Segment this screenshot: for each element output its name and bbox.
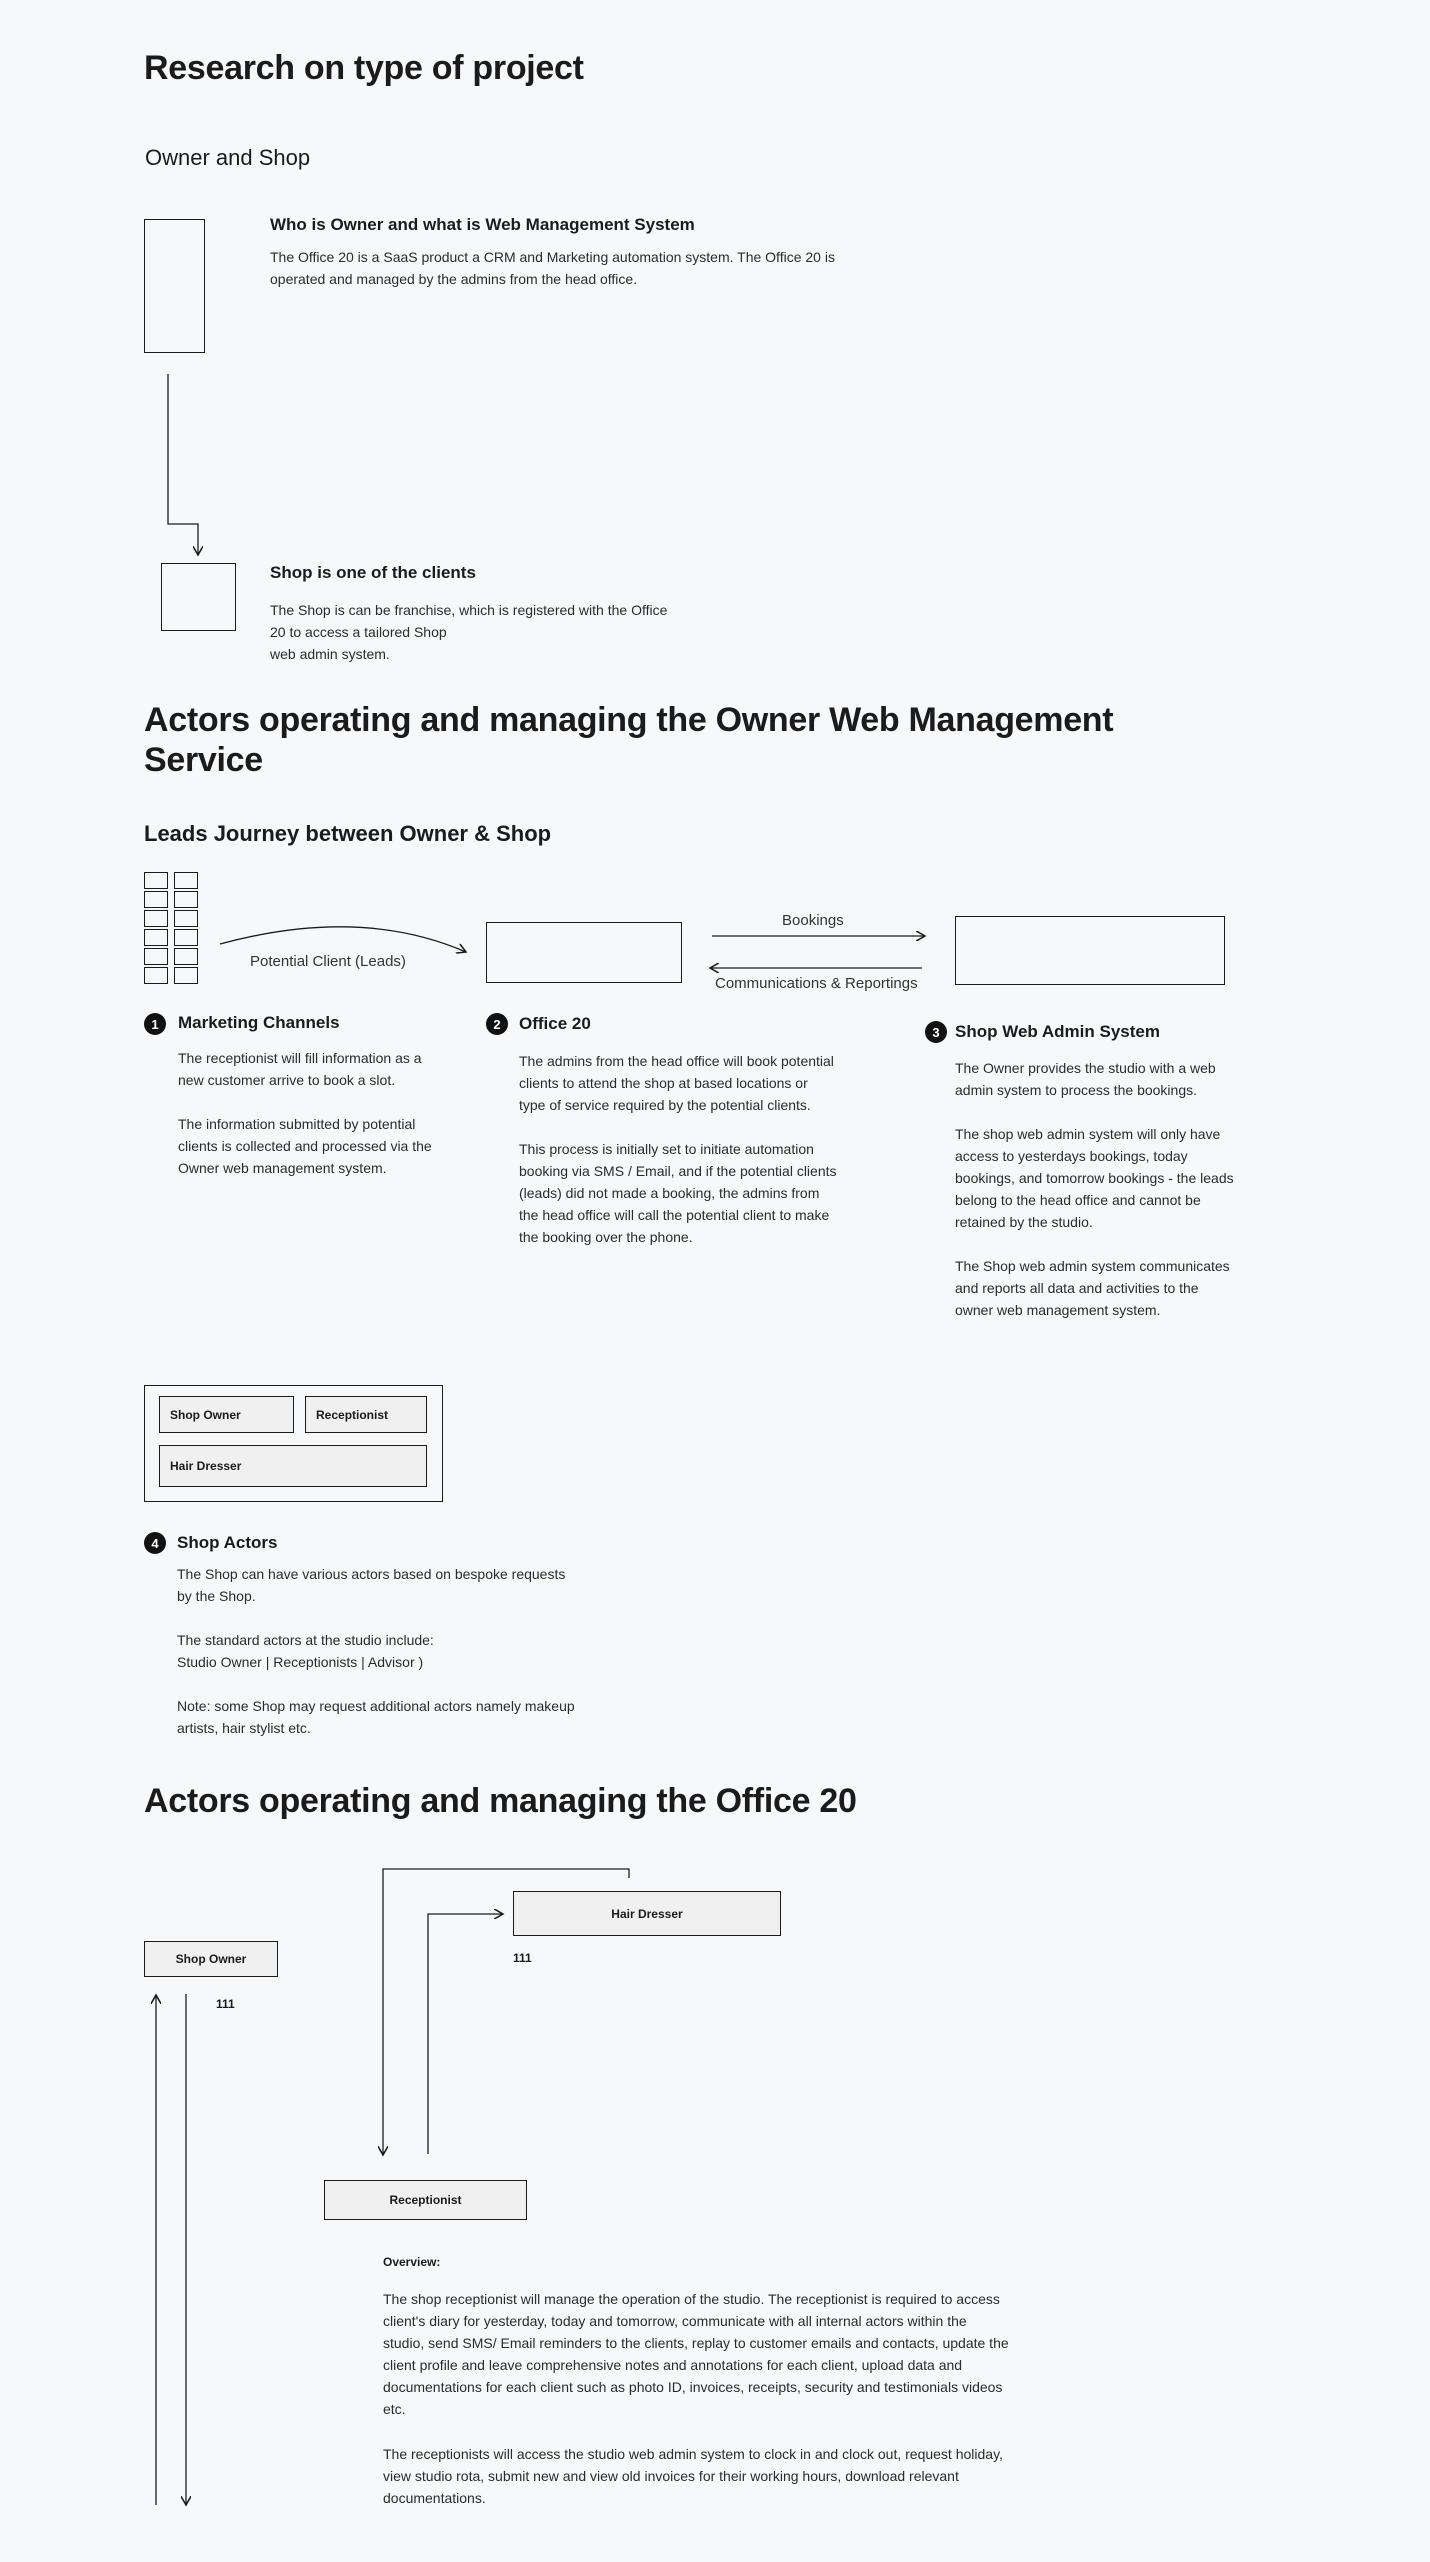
section-title-actors-office20: Actors operating and managing the Office… xyxy=(144,1782,857,1820)
overview-paragraph-1: The shop receptionist will manage the op… xyxy=(383,2291,1009,2417)
step-number-4: 4 xyxy=(144,1532,166,1554)
owner-to-shop-connector xyxy=(167,374,198,555)
leads-curve-arrow xyxy=(219,926,466,952)
step-1-title: Marketing Channels xyxy=(178,1013,340,1032)
owner-placeholder-box xyxy=(144,219,205,353)
leads-arrow-label: Potential Client (Leads) xyxy=(250,953,406,970)
step-number-1: 1 xyxy=(144,1013,166,1035)
owner-heading: Who is Owner and what is Web Management … xyxy=(270,215,695,234)
diagram-shop-owner: Shop Owner xyxy=(144,1941,278,1977)
marketing-channels-grid xyxy=(144,872,200,984)
communications-arrow-label: Communications & Reportings xyxy=(715,975,918,992)
shop-admin-placeholder-box xyxy=(955,916,1225,985)
step-3-text: The Owner provides the studio with a web… xyxy=(955,1060,1234,1318)
receptionist-to-hairdresser-connector xyxy=(427,1914,503,2154)
step-1-text: The receptionist will fill information a… xyxy=(178,1050,432,1176)
owner-description: The Office 20 is a SaaS product a CRM an… xyxy=(270,249,835,287)
step-2-text: The admins from the head office will boo… xyxy=(519,1053,837,1245)
section-title-actors-owner: Actors operating and managing the Owner … xyxy=(144,701,1114,779)
step-number-3: 3 xyxy=(925,1021,947,1043)
section-subtitle-leads-journey: Leads Journey between Owner & Shop xyxy=(144,821,552,846)
hair-dresser-count: 111 xyxy=(513,1951,532,1965)
step-4-title: Shop Actors xyxy=(177,1533,278,1552)
shop-owner-count: 111 xyxy=(216,1997,235,2011)
step-2-title: Office 20 xyxy=(519,1014,591,1033)
shop-description: The Shop is can be franchise, which is r… xyxy=(270,602,668,662)
bookings-arrow-label: Bookings xyxy=(782,912,844,929)
step-number-2: 2 xyxy=(486,1013,508,1035)
overview-paragraph-2: The receptionists will access the studio… xyxy=(383,2446,1003,2506)
step-3-title: Shop Web Admin System xyxy=(955,1022,1160,1041)
shop-placeholder-box xyxy=(161,563,236,631)
diagram-receptionist: Receptionist xyxy=(324,2180,527,2220)
chip-receptionist: Receptionist xyxy=(305,1396,427,1433)
diagram-hair-dresser: Hair Dresser xyxy=(513,1891,781,1936)
overview-label: Overview: xyxy=(383,2255,441,2269)
section-subtitle-owner-shop: Owner and Shop xyxy=(145,145,311,170)
step-4-text: The Shop can have various actors based o… xyxy=(177,1566,575,1736)
chip-hair-dresser: Hair Dresser xyxy=(159,1445,427,1487)
page-title: Research on type of project xyxy=(144,49,584,87)
office20-placeholder-box xyxy=(486,922,682,983)
shop-heading: Shop is one of the clients xyxy=(270,563,476,582)
chip-shop-owner: Shop Owner xyxy=(159,1396,294,1433)
